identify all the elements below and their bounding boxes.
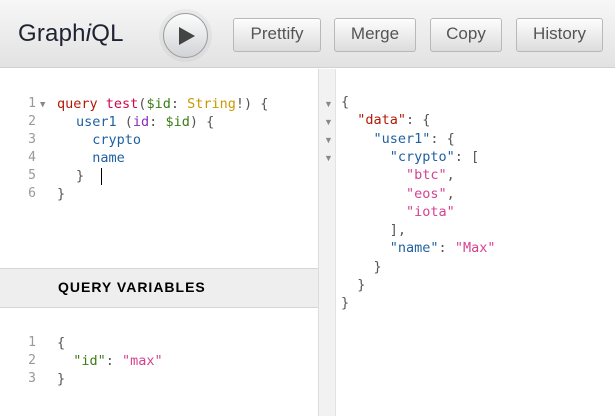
logo-suffix: QL bbox=[91, 20, 124, 47]
code-token: : bbox=[438, 240, 455, 257]
code-token: query bbox=[57, 96, 98, 112]
result-line: "crypto": [ bbox=[341, 148, 479, 166]
line-number: 4 bbox=[28, 150, 36, 165]
result-line: "eos", bbox=[341, 185, 455, 203]
line-number: 1 bbox=[28, 335, 36, 350]
code-token: : bbox=[105, 353, 123, 369]
code-token: { bbox=[341, 94, 350, 110]
fold-arrow-icon[interactable]: ▼ bbox=[324, 149, 333, 167]
code-token: } bbox=[341, 258, 382, 275]
code-token: "eos" bbox=[341, 185, 447, 202]
code-token: !) { bbox=[235, 96, 269, 112]
code-token: "user1" bbox=[341, 130, 431, 147]
code-token: "btc" bbox=[341, 167, 447, 184]
copy-button[interactable]: Copy bbox=[430, 18, 502, 52]
graphiql-logo: GraphiQL bbox=[18, 20, 124, 48]
fold-arrow-icon[interactable]: ▼ bbox=[324, 113, 333, 131]
code-token: String bbox=[187, 96, 236, 112]
result-line: } bbox=[341, 258, 382, 276]
code-token: "crypto" bbox=[341, 148, 455, 165]
fold-arrow-icon[interactable]: ▼ bbox=[324, 131, 333, 149]
code-token: } bbox=[341, 295, 350, 312]
variables-editor[interactable]: 1 2 3 { "id": "max" } bbox=[0, 309, 318, 416]
result-viewer[interactable]: { "data": { "user1": { "crypto": [ "btc"… bbox=[336, 69, 615, 416]
code-line: query test($id: String!) { bbox=[57, 95, 268, 113]
result-line: "name": "Max" bbox=[341, 239, 496, 257]
code-token: } bbox=[76, 168, 85, 184]
code-token: "max" bbox=[122, 353, 163, 369]
line-number: 2 bbox=[28, 114, 36, 129]
code-line: } bbox=[57, 185, 65, 203]
code-token: ) { bbox=[189, 114, 215, 130]
line-number: 2 bbox=[28, 353, 36, 368]
code-line: } bbox=[57, 370, 65, 388]
code-token: : bbox=[149, 114, 166, 130]
query-editor[interactable]: 1 2 3 4 5 6 ▼ query test($id: String!) {… bbox=[0, 69, 318, 268]
code-line: user1 (id: $id) { bbox=[76, 113, 214, 131]
result-line: { bbox=[341, 93, 349, 111]
query-variables-title: QUERY VARIABLES bbox=[58, 279, 206, 295]
code-token: : bbox=[170, 96, 188, 112]
code-token: $id bbox=[146, 96, 171, 112]
code-line: { bbox=[57, 334, 65, 352]
code-token: id bbox=[132, 114, 150, 130]
line-number: 5 bbox=[28, 168, 36, 183]
merge-button[interactable]: Merge bbox=[334, 18, 416, 52]
code-token: "name" bbox=[341, 240, 439, 257]
code-token: { bbox=[57, 335, 66, 351]
result-line: "btc", bbox=[341, 166, 455, 184]
code-token: user1 bbox=[76, 114, 117, 130]
line-number: 1 bbox=[28, 96, 36, 111]
code-token: , bbox=[446, 185, 455, 202]
code-line: crypto bbox=[76, 131, 141, 149]
code-token: } bbox=[57, 186, 66, 202]
code-token: crypto bbox=[76, 132, 142, 148]
history-button[interactable]: History bbox=[516, 18, 603, 52]
result-line: "user1": { bbox=[341, 130, 455, 148]
code-token: "Max" bbox=[454, 240, 496, 257]
code-token: } bbox=[341, 277, 366, 293]
result-line: "iota" bbox=[341, 203, 455, 221]
code-token: : [ bbox=[454, 148, 480, 165]
pane-resize-handle[interactable]: ▼ ▼ ▼ ▼ bbox=[318, 69, 336, 416]
code-token: ( bbox=[116, 114, 133, 130]
code-token: : { bbox=[430, 130, 455, 147]
text-cursor bbox=[101, 168, 102, 185]
line-number: 3 bbox=[28, 132, 36, 147]
result-line: "data": { bbox=[341, 111, 430, 129]
code-line: "id": "max" bbox=[57, 352, 163, 370]
code-line: } bbox=[76, 167, 84, 185]
query-variables-header[interactable]: QUERY VARIABLES bbox=[0, 268, 318, 308]
result-line: } bbox=[341, 294, 349, 312]
code-token: "iota" bbox=[341, 203, 455, 220]
line-number: 6 bbox=[28, 186, 36, 201]
execute-query-button[interactable] bbox=[163, 13, 208, 58]
logo-prefix: Graph bbox=[18, 20, 86, 47]
prettify-button[interactable]: Prettify bbox=[233, 18, 321, 52]
code-token: name bbox=[76, 150, 125, 166]
toolbar: GraphiQL Prettify Merge Copy History bbox=[0, 0, 615, 68]
code-token: "data" bbox=[341, 112, 407, 129]
line-number: 3 bbox=[28, 371, 36, 386]
result-line: ], bbox=[341, 221, 406, 239]
code-token: : { bbox=[406, 112, 431, 129]
code-token: ], bbox=[341, 222, 407, 239]
result-line: } bbox=[341, 276, 365, 294]
code-token: $id bbox=[165, 114, 190, 130]
code-token: } bbox=[57, 371, 66, 387]
fold-arrow-icon[interactable]: ▼ bbox=[40, 96, 45, 114]
code-token: test bbox=[105, 96, 139, 112]
code-line: name bbox=[76, 149, 125, 167]
play-icon bbox=[179, 27, 195, 45]
code-token: "id" bbox=[57, 353, 106, 369]
code-token: , bbox=[446, 167, 455, 184]
fold-arrow-icon[interactable]: ▼ bbox=[324, 95, 333, 113]
